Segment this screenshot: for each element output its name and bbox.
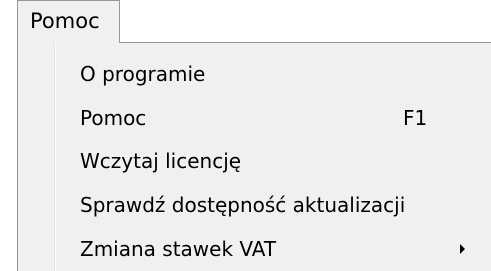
- menu-item-pomoc[interactable]: Pomoc F1: [58, 96, 488, 140]
- menu-icon-gutter: [18, 43, 54, 271]
- menu-item-label: Zmiana stawek VAT: [80, 237, 277, 261]
- menu-item-wczytaj-licencje[interactable]: Wczytaj licencję: [58, 139, 488, 183]
- menu-item-o-programie[interactable]: O programie: [58, 52, 488, 96]
- menu-item-zmiana-stawek-vat[interactable]: Zmiana stawek VAT: [58, 227, 488, 271]
- menu-item-sprawdz-aktualizacje[interactable]: Sprawdź dostępność aktualizacji: [58, 183, 488, 227]
- menu-item-label: Pomoc: [80, 106, 147, 130]
- gutter-separator-highlight: [55, 43, 56, 271]
- menu-pomoc[interactable]: Pomoc: [17, 0, 120, 43]
- pomoc-dropdown-menu: O programie Pomoc F1 Wczytaj licencję Sp…: [17, 42, 491, 271]
- menu-item-label: Wczytaj licencję: [80, 149, 242, 173]
- menu-item-label: Sprawdź dostępność aktualizacji: [80, 193, 406, 217]
- chevron-right-icon: [460, 244, 465, 254]
- menu-bar: Pomoc: [0, 0, 491, 43]
- application-window: Pomoc O programie Pomoc F1 Wczytaj licen…: [0, 0, 491, 271]
- menu-item-label: O programie: [80, 62, 206, 86]
- menu-item-shortcut: F1: [403, 106, 428, 130]
